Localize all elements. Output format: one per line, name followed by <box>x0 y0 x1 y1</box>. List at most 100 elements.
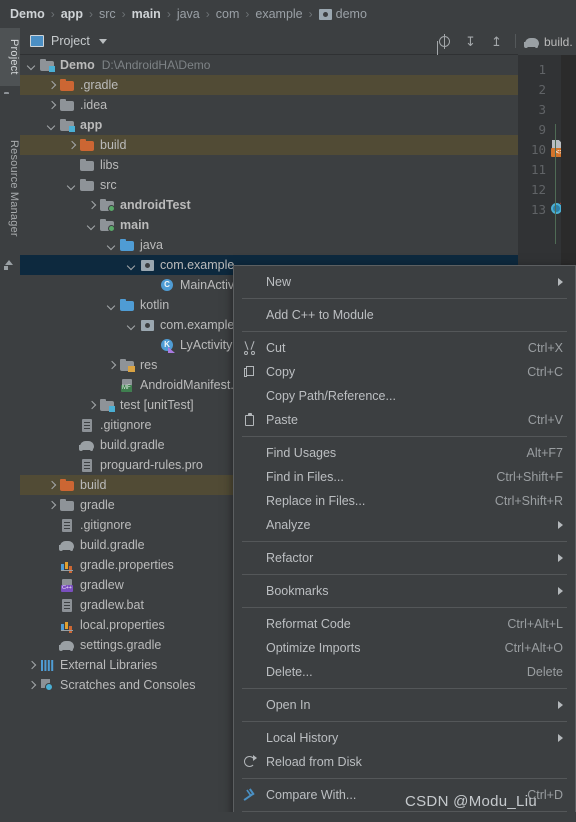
menu-item-copy-path-reference[interactable]: Copy Path/Reference... <box>234 384 575 408</box>
submenu-arrow-icon <box>558 554 563 562</box>
chevron-right-icon[interactable] <box>26 680 37 691</box>
tree-node-java[interactable]: java <box>20 235 518 255</box>
editor-tab-build-gradle[interactable]: build. <box>544 35 573 49</box>
sidebar-tab-project[interactable]: Project <box>0 28 20 86</box>
breadcrumb: Demo › app › src › main › java › com › e… <box>0 0 576 28</box>
menu-item-reload-from-disk[interactable]: Reload from Disk <box>234 750 575 774</box>
chevron-right-icon[interactable] <box>46 80 57 91</box>
chevron-down-icon[interactable] <box>126 260 137 271</box>
tree-node-main[interactable]: main <box>20 215 518 235</box>
project-tool-window-header: Project ↧ ↥ <box>20 28 576 55</box>
tree-node-path: D:\AndroidHA\Demo <box>101 58 211 72</box>
breadcrumb-separator: › <box>50 7 55 21</box>
menu-item-refactor[interactable]: Refactor <box>234 546 575 570</box>
menu-item-analyze[interactable]: Analyze <box>234 513 575 537</box>
breadcrumb-separator: › <box>308 7 313 21</box>
tree-node-build[interactable]: build <box>20 135 518 155</box>
line-number: 9 <box>538 121 546 137</box>
menu-item-replace-in-files[interactable]: Replace in Files... Ctrl+Shift+R <box>234 489 575 513</box>
menu-item-open-in[interactable]: Open In <box>234 693 575 717</box>
menu-separator <box>242 436 567 437</box>
menu-item-find-usages[interactable]: Find Usages Alt+F7 <box>234 441 575 465</box>
menu-separator <box>242 778 567 779</box>
collapse-all-icon[interactable]: ↥ <box>489 34 504 49</box>
tree-node-label: settings.gradle <box>80 638 162 652</box>
chevron-right-icon[interactable] <box>86 200 97 211</box>
breadcrumb-separator: › <box>166 7 171 21</box>
tree-node-gradle[interactable]: .gradle <box>20 75 518 95</box>
tree-node-app[interactable]: app <box>20 115 518 135</box>
tree-node-androidtest[interactable]: androidTest <box>20 195 518 215</box>
breadcrumb-item-example[interactable]: example <box>255 7 302 21</box>
chevron-down-icon[interactable] <box>106 300 117 311</box>
properties-icon <box>59 557 75 573</box>
chevron-right-icon[interactable] <box>46 500 57 511</box>
module-folder-icon <box>59 117 75 133</box>
tree-node-label: AndroidManifest. <box>140 378 234 392</box>
menu-item-find-in-files[interactable]: Find in Files... Ctrl+Shift+F <box>234 465 575 489</box>
menu-item-copy[interactable]: Copy Ctrl+C <box>234 360 575 384</box>
chevron-down-icon[interactable] <box>46 120 57 131</box>
breadcrumb-item-src[interactable]: src <box>99 7 116 21</box>
tree-node-demo[interactable]: Demo D:\AndroidHA\Demo <box>20 55 518 75</box>
chevron-down-icon[interactable] <box>86 220 97 231</box>
breadcrumb-item-java[interactable]: java <box>177 7 200 21</box>
chevron-right-icon[interactable] <box>86 400 97 411</box>
properties-icon <box>59 617 75 633</box>
breadcrumb-item-main[interactable]: main <box>132 7 161 21</box>
chevron-right-icon[interactable] <box>46 480 57 491</box>
line-number: 3 <box>538 101 546 117</box>
breadcrumb-item-app[interactable]: app <box>61 7 83 21</box>
menu-item-optimize-imports[interactable]: Optimize Imports Ctrl+Alt+O <box>234 636 575 660</box>
menu-item-delete[interactable]: Delete... Delete <box>234 660 575 684</box>
sidebar-tab-resource-manager[interactable]: Resource Manager <box>0 126 20 250</box>
chevron-down-icon[interactable] <box>66 180 77 191</box>
excluded-folder-icon <box>79 137 95 153</box>
menu-item-bookmarks[interactable]: Bookmarks <box>234 579 575 603</box>
chevron-down-icon[interactable] <box>126 320 137 331</box>
chevron-right-icon[interactable] <box>106 360 117 371</box>
tree-node-label: build.gradle <box>100 438 165 452</box>
folder-icon <box>4 94 16 106</box>
menu-item-cut[interactable]: Cut Ctrl+X <box>234 336 575 360</box>
gradle-icon <box>524 34 540 50</box>
menu-item-shortcut: Ctrl+Shift+F <box>496 470 563 484</box>
menu-item-local-history[interactable]: Local History <box>234 726 575 750</box>
tree-node-label: gradlew.bat <box>80 598 144 612</box>
tree-node-src[interactable]: src <box>20 175 518 195</box>
menu-item-shortcut: Ctrl+X <box>527 341 563 355</box>
submenu-arrow-icon <box>558 734 563 742</box>
tree-node-label: build.gradle <box>80 538 145 552</box>
chevron-down-icon[interactable] <box>98 38 107 44</box>
tree-node-label: LyActivity <box>180 338 233 352</box>
context-menu[interactable]: New Add C++ to Module Cut Ctrl+X Copy Ctrl+C C… <box>233 265 576 822</box>
chevron-right-icon[interactable] <box>26 660 37 671</box>
menu-item-new[interactable]: New <box>234 270 575 294</box>
kotlin-class-icon <box>159 337 175 353</box>
select-opened-file-icon[interactable] <box>437 33 452 49</box>
menu-item-reformat-code[interactable]: Reformat Code Ctrl+Alt+L <box>234 612 575 636</box>
menu-item-label: Delete... <box>266 665 313 679</box>
chevron-down-icon[interactable] <box>26 60 37 71</box>
breadcrumb-item-demo[interactable]: Demo <box>10 7 45 21</box>
tree-node-idea[interactable]: .idea <box>20 95 518 115</box>
menu-item-paste[interactable]: Paste Ctrl+V <box>234 408 575 432</box>
tree-node-libs[interactable]: libs <box>20 155 518 175</box>
menu-item-compare-with[interactable]: Compare With... Ctrl+D <box>234 783 575 807</box>
project-icon <box>30 35 44 47</box>
test-source-folder-icon <box>99 197 115 213</box>
tool-window-title[interactable]: Project <box>51 34 90 48</box>
chevron-right-icon[interactable] <box>66 140 77 151</box>
tree-node-label: MainActivit <box>180 278 241 292</box>
expand-all-icon[interactable]: ↧ <box>463 34 478 49</box>
menu-item-add-c++-to-module[interactable]: Add C++ to Module <box>234 303 575 327</box>
tree-node-label: .gitignore <box>100 418 152 432</box>
chevron-down-icon[interactable] <box>106 240 117 251</box>
chevron-right-icon[interactable] <box>46 100 57 111</box>
breadcrumb-item-com[interactable]: com <box>216 7 240 21</box>
ide-window: Demo › app › src › main › java › com › e… <box>0 0 576 822</box>
breadcrumb-item-demo-pkg[interactable]: demo <box>336 7 367 21</box>
